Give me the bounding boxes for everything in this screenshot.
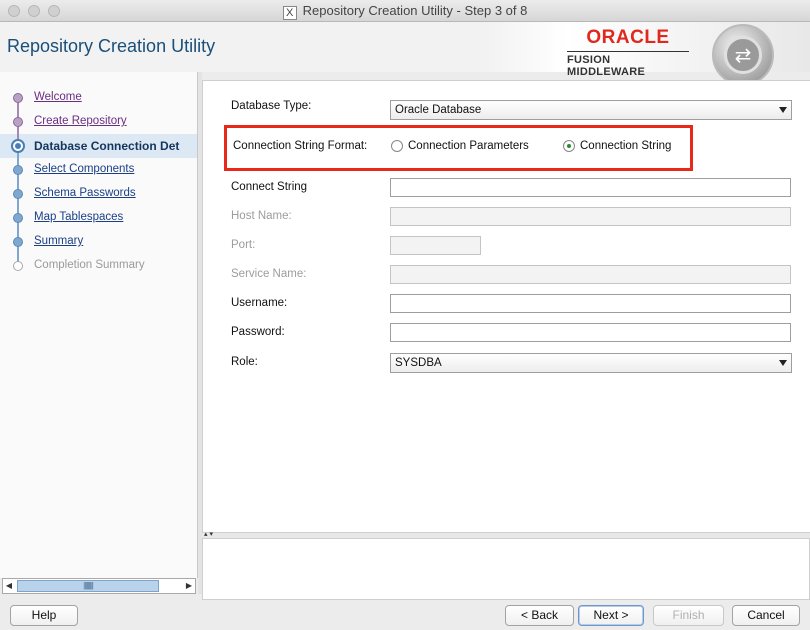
radio-label: Connection String — [580, 140, 672, 152]
username-input[interactable] — [390, 294, 791, 313]
cancel-button[interactable]: Cancel — [732, 605, 800, 626]
nav-step-summary[interactable]: Summary — [0, 230, 198, 254]
finish-button: Finish — [653, 605, 724, 626]
brand-product: FUSION MIDDLEWARE — [567, 51, 689, 78]
host-name-input — [390, 207, 791, 226]
step-done-icon — [13, 93, 23, 103]
annotation-highlight-box: Connection String Format: Connection Par… — [224, 125, 693, 171]
brand-name: ORACLE — [586, 27, 670, 48]
database-type-label: Database Type: — [231, 100, 312, 112]
fusion-middleware-badge-icon: ⇄ — [712, 24, 774, 86]
database-type-value: Oracle Database — [395, 104, 482, 116]
radio-checked-icon — [563, 140, 575, 152]
nav-step-database-connection[interactable]: Database Connection Det — [0, 134, 198, 158]
scroll-right-arrow-icon[interactable]: ▶ — [183, 579, 195, 593]
nav-step-label: Map Tablespaces — [34, 211, 124, 223]
wizard-steps-nav: Welcome Create Repository Database Conne… — [0, 72, 198, 578]
next-button[interactable]: Next > — [578, 605, 644, 626]
message-pane — [202, 538, 810, 600]
username-label: Username: — [231, 297, 288, 309]
step-icon — [13, 237, 23, 247]
window-title: Repository Creation Utility - Step 3 of … — [302, 3, 528, 18]
scroll-left-arrow-icon[interactable]: ◀ — [3, 579, 15, 593]
chevron-down-icon — [779, 360, 787, 366]
nav-step-map-tablespaces[interactable]: Map Tablespaces — [0, 206, 198, 230]
role-label: Role: — [231, 356, 258, 368]
step-icon — [13, 165, 23, 175]
back-button[interactable]: < Back — [505, 605, 574, 626]
port-label: Port: — [231, 239, 256, 251]
window-title-area: X Repository Creation Utility - Step 3 of… — [0, 3, 810, 20]
step-pending-icon — [13, 261, 23, 271]
window-titlebar: X Repository Creation Utility - Step 3 of… — [0, 0, 810, 22]
connect-string-label: Connect String — [231, 181, 308, 193]
chevron-down-icon — [779, 107, 787, 113]
nav-step-create-repository[interactable]: Create Repository — [0, 110, 198, 134]
app-header: Repository Creation Utility ORACLE FUSIO… — [0, 22, 810, 86]
oracle-logo: ORACLE FUSION MIDDLEWARE — [567, 28, 689, 78]
password-label: Password: — [231, 326, 285, 338]
radio-connection-string[interactable]: Connection String — [563, 140, 671, 152]
nav-horizontal-scrollbar[interactable]: ◀ ||||||||| ▶ — [2, 578, 196, 594]
service-name-input — [390, 265, 791, 284]
app-title: Repository Creation Utility — [7, 36, 216, 56]
radio-label: Connection Parameters — [408, 140, 529, 152]
host-name-label: Host Name: — [231, 210, 292, 222]
nav-step-label: Welcome — [34, 91, 82, 103]
app-icon: X — [282, 6, 297, 20]
nav-step-label: Schema Passwords — [34, 187, 136, 199]
step-icon — [13, 213, 23, 223]
radio-connection-parameters[interactable]: Connection Parameters — [391, 140, 529, 152]
service-name-label: Service Name: — [231, 268, 307, 280]
port-input — [390, 236, 481, 255]
radio-unchecked-icon — [391, 140, 403, 152]
role-select[interactable]: SYSDBA — [390, 353, 792, 373]
scrollbar-thumb[interactable]: ||||||||| — [17, 580, 159, 592]
nav-step-select-components[interactable]: Select Components — [0, 158, 198, 182]
database-type-select[interactable]: Oracle Database — [390, 100, 792, 120]
connection-format-label: Connection String Format: — [233, 140, 368, 152]
nav-step-label: Summary — [34, 235, 84, 247]
database-connection-form: Database Type: Oracle Database Connectio… — [202, 80, 810, 532]
nav-step-label: Select Components — [34, 163, 135, 175]
step-icon — [13, 189, 23, 199]
nav-step-completion-summary: Completion Summary — [0, 254, 198, 278]
nav-step-schema-passwords[interactable]: Schema Passwords — [0, 182, 198, 206]
nav-step-label: Completion Summary — [34, 259, 145, 271]
password-input[interactable] — [390, 323, 791, 342]
help-button[interactable]: Help — [10, 605, 78, 626]
nav-step-welcome[interactable]: Welcome — [0, 86, 198, 110]
connect-string-input[interactable] — [390, 178, 791, 197]
step-current-icon — [11, 139, 25, 153]
nav-step-label: Database Connection Det — [34, 139, 180, 153]
arrows-icon: ⇄ — [724, 36, 762, 74]
nav-step-label: Create Repository — [34, 115, 127, 127]
step-done-icon — [13, 117, 23, 127]
role-value: SYSDBA — [395, 357, 442, 369]
